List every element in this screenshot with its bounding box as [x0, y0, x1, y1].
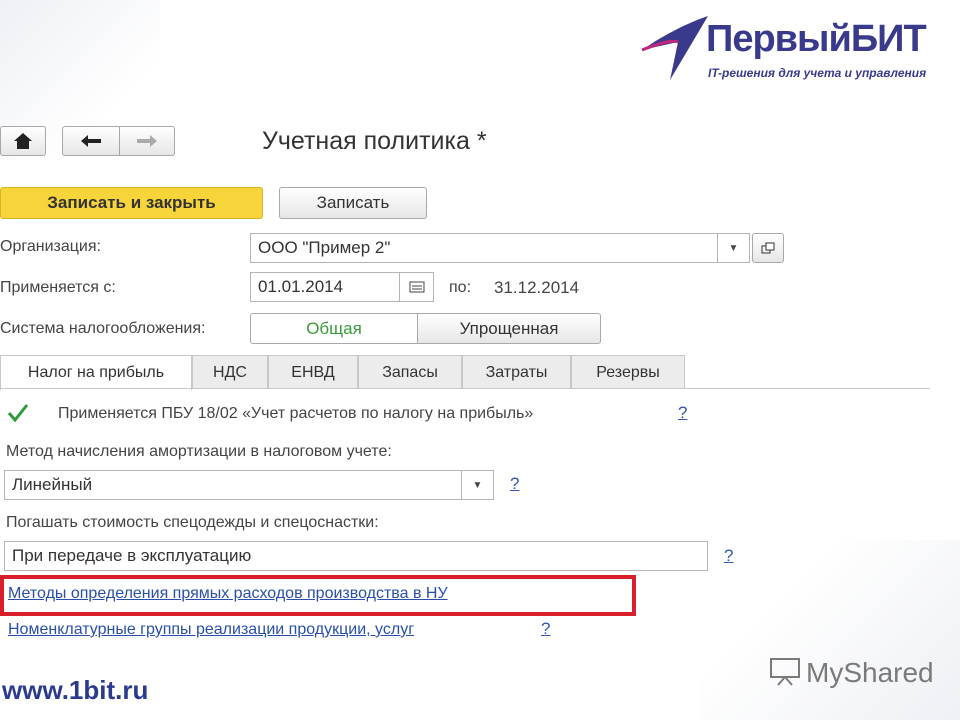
help-link[interactable]: ? — [724, 546, 733, 566]
pbu-label: Применяется ПБУ 18/02 «Учет расчетов по … — [58, 405, 534, 422]
applies-from-label: Применяется с: — [0, 279, 116, 296]
background-decoration — [700, 540, 960, 720]
save-button[interactable]: Записать — [279, 187, 427, 219]
watermark-text: MyShared — [806, 657, 934, 688]
applies-from-value: 01.01.2014 — [258, 277, 344, 296]
tab-profit-tax[interactable]: Налог на прибыль — [0, 355, 192, 390]
highlight-frame — [0, 575, 636, 616]
workwear-value: При передаче в эксплуатацию — [12, 546, 252, 565]
amortization-label: Метод начисления амортизации в налоговом… — [6, 443, 392, 460]
tab-costs[interactable]: Затраты — [462, 355, 571, 389]
pbu-checkbox[interactable] — [6, 402, 30, 424]
applies-from-date-field[interactable]: 01.01.2014 — [250, 272, 434, 302]
page-title: Учетная политика * — [262, 127, 487, 155]
help-link[interactable]: ? — [678, 403, 687, 423]
organization-label: Организация: — [0, 238, 101, 255]
home-button[interactable] — [0, 126, 46, 156]
tax-system-option-general[interactable]: Общая — [250, 313, 418, 344]
tab-vat[interactable]: НДС — [192, 355, 268, 389]
amortization-value: Линейный — [12, 475, 93, 494]
back-button[interactable] — [62, 126, 120, 156]
save-and-close-button[interactable]: Записать и закрыть — [0, 187, 263, 219]
open-organization-button[interactable] — [752, 233, 784, 263]
logo-swoosh-icon — [641, 16, 708, 80]
presentation-icon — [770, 658, 800, 686]
logo-title: ПервыйБИТ — [706, 18, 927, 60]
logo-subtitle: IT-решения для учета и управления — [708, 66, 927, 80]
workwear-field[interactable]: При передаче в эксплуатацию — [4, 541, 708, 571]
chevron-down-icon[interactable]: ▼ — [461, 471, 493, 499]
arrow-right-icon — [137, 135, 157, 147]
amortization-select[interactable]: Линейный ▼ — [4, 470, 494, 500]
checkmark-icon — [7, 404, 29, 423]
tax-system-label: Система налогообложения: — [0, 320, 206, 337]
home-icon — [14, 133, 32, 149]
help-link[interactable]: ? — [541, 619, 550, 639]
workwear-label: Погашать стоимость спецодежды и спецосна… — [6, 514, 379, 531]
calendar-icon[interactable] — [399, 273, 433, 301]
nomenclature-groups-link[interactable]: Номенклатурные группы реализации продукц… — [8, 621, 414, 639]
website-text: www.1bit.ru — [2, 675, 149, 705]
tax-system-option-simplified[interactable]: Упрощенная — [417, 313, 601, 344]
watermark: MyShared — [768, 656, 934, 689]
applies-to-label: по: — [449, 279, 472, 296]
open-window-icon — [761, 242, 775, 254]
organization-value: ООО "Пример 2" — [258, 238, 391, 257]
help-link[interactable]: ? — [510, 474, 519, 494]
tab-divider — [0, 388, 930, 389]
chevron-down-icon[interactable]: ▼ — [717, 234, 749, 262]
arrow-left-icon — [81, 135, 101, 147]
applies-to-value: 31.12.2014 — [494, 278, 580, 297]
organization-field[interactable]: ООО "Пример 2" ▼ — [250, 233, 750, 263]
tab-inventory[interactable]: Запасы — [358, 355, 462, 389]
tab-envd[interactable]: ЕНВД — [268, 355, 358, 389]
tab-reserves[interactable]: Резервы — [571, 355, 685, 389]
forward-button[interactable] — [119, 126, 175, 156]
brand-logo: ПервыйБИТ IT-решения для учета и управле… — [640, 14, 950, 84]
